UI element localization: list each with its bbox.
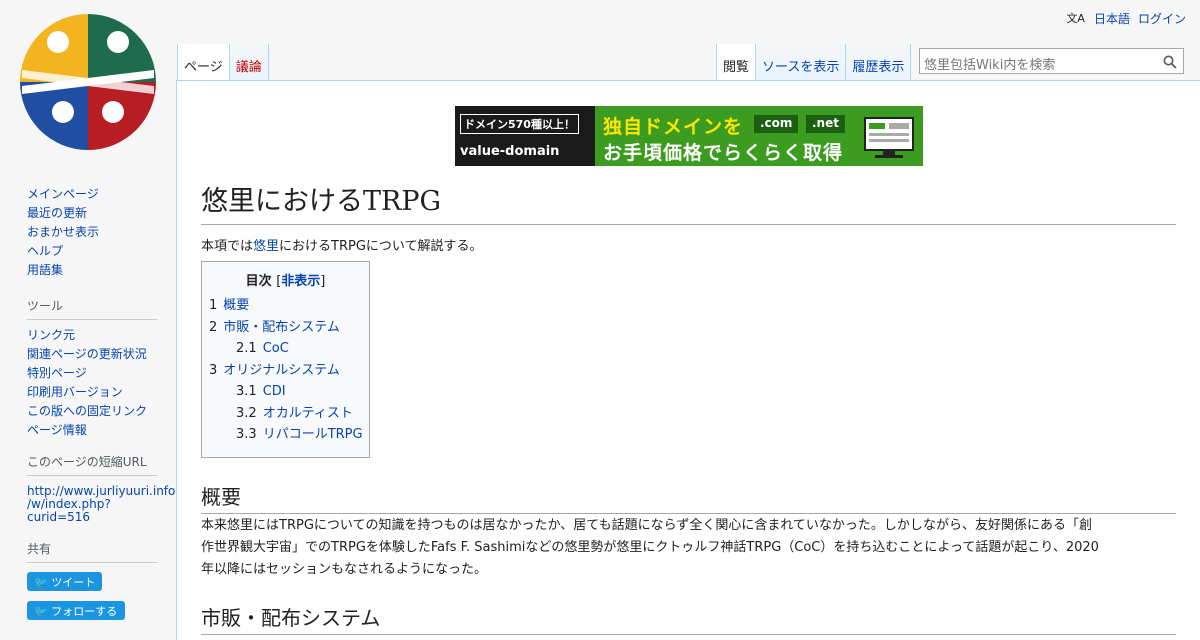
toc-item[interactable]: 2 市販・配布システム xyxy=(209,317,362,339)
namespace-tabs: ページ 議論 xyxy=(177,44,269,80)
sidebar-item-related-changes[interactable]: 関連ページの更新状況 xyxy=(27,345,157,364)
follow-label: フォローする xyxy=(51,605,118,618)
toc-hide-bracket-close: ] xyxy=(320,274,326,289)
banner-tag: ドメイン570種以上！ xyxy=(460,114,579,134)
sidebar-item-help[interactable]: ヘルプ xyxy=(27,242,99,261)
short-url-line: curid=516 xyxy=(27,510,91,524)
sidebar-item-page-info[interactable]: ページ情報 xyxy=(27,421,157,440)
sidebar-item-random[interactable]: おまかせ表示 xyxy=(27,223,99,242)
twitter-bird-icon: 🐦 xyxy=(34,605,48,618)
toc-number: 3.1 xyxy=(236,384,257,399)
banner-line2: お手頃価格でらくらく取得 xyxy=(603,142,844,164)
sidebar-item-glossary[interactable]: 用語集 xyxy=(27,261,99,280)
tab-talk[interactable]: 議論 xyxy=(229,44,269,80)
site-logo[interactable] xyxy=(18,12,158,152)
sidebar-item-main-page[interactable]: メインページ xyxy=(27,185,99,204)
section-heading-overview: 概要 xyxy=(201,481,1176,514)
toc-link[interactable]: CoC xyxy=(263,341,289,356)
sidebar-item-special-pages[interactable]: 特別ページ xyxy=(27,364,157,383)
tweet-button[interactable]: 🐦 ツイート xyxy=(27,572,102,591)
toc-item[interactable]: 3.3 リパコールTRPG xyxy=(209,424,363,446)
language-link[interactable]: 日本語 xyxy=(1094,10,1130,27)
intro-suffix: におけるTRPGについて解説する。 xyxy=(279,239,483,254)
toc-hide-link[interactable]: 非表示 xyxy=(281,274,320,289)
sidebar-short-url: このページの短縮URL http://www.jurliyuuri.info /… xyxy=(27,453,175,524)
overview-paragraph: 本来悠里にはTRPGについての知識を持つものは居なかったか、居ても話題にならず全… xyxy=(201,515,1176,581)
intro-link[interactable]: 悠里 xyxy=(253,239,279,254)
overview-line: 作世界観大宇宙」でのTRPGを体験したFafs F. Sashimiなどの悠里勢… xyxy=(201,540,1099,555)
toc-link[interactable]: リパコールTRPG xyxy=(263,427,363,442)
toc-number: 2.1 xyxy=(236,341,257,356)
tweet-label: ツイート xyxy=(51,576,96,589)
toc-number: 3 xyxy=(209,362,218,378)
twitter-bird-icon: 🐦 xyxy=(34,576,48,589)
sidebar-item-recent-changes[interactable]: 最近の更新 xyxy=(27,204,99,223)
toc-link[interactable]: 概要 xyxy=(223,298,249,313)
sidebar-heading-short-url: このページの短縮URL xyxy=(27,453,157,476)
toc-link[interactable]: CDI xyxy=(263,384,286,399)
search-placeholder: 悠里包括Wiki内を検索 xyxy=(924,58,1056,73)
toc-item[interactable]: 2.1 CoC xyxy=(209,338,362,360)
sidebar-navigation: メインページ 最近の更新 おまかせ表示 ヘルプ 用語集 xyxy=(27,185,99,280)
short-url-link[interactable]: http://www.jurliyuuri.info /w/index.php?… xyxy=(27,485,175,524)
login-link[interactable]: ログイン xyxy=(1138,10,1186,27)
toc-title-text: 目次 xyxy=(245,274,272,289)
section-heading-commercial: 市販・配布システム xyxy=(201,602,1176,635)
toc-item[interactable]: 3.2 オカルティスト xyxy=(209,403,362,425)
search-input[interactable]: 悠里包括Wiki内を検索 xyxy=(919,48,1184,74)
search-icon[interactable] xyxy=(1163,55,1177,69)
banner-tld-net: .net xyxy=(806,115,845,133)
overview-line: 本来悠里にはTRPGについての知識を持つものは居なかったか、居ても話題にならず全… xyxy=(201,518,1092,533)
tab-view-source[interactable]: ソースを表示 xyxy=(756,44,847,80)
ad-banner[interactable]: ドメイン570種以上！ value-domain 独自ドメインを お手頃価格でら… xyxy=(455,106,923,166)
sidebar-item-permalink[interactable]: この版への固定リンク xyxy=(27,402,157,421)
sidebar-item-what-links-here[interactable]: リンク元 xyxy=(27,326,157,345)
toc-item[interactable]: 3.1 CDI xyxy=(209,381,362,403)
sidebar-item-printable[interactable]: 印刷用バージョン xyxy=(27,383,157,402)
sidebar-heading-tools: ツール xyxy=(27,297,157,320)
follow-button[interactable]: 🐦 フォローする xyxy=(27,601,125,620)
toc-item[interactable]: 3 オリジナルシステム xyxy=(209,360,362,382)
toc-link[interactable]: オカルティスト xyxy=(263,406,353,421)
monitor-icon xyxy=(864,117,914,158)
sidebar-tools: ツール リンク元 関連ページの更新状況 特別ページ 印刷用バージョン この版への… xyxy=(27,297,157,440)
toc-item[interactable]: 1 概要 xyxy=(209,295,362,317)
toc-number: 2 xyxy=(209,319,218,335)
banner-brand: value-domain xyxy=(460,144,560,159)
banner-tld-com: .com xyxy=(754,115,799,133)
tab-page[interactable]: ページ xyxy=(177,44,230,80)
toc-link[interactable]: オリジナルシステム xyxy=(223,363,340,378)
toc-title: 目次 [非表示] xyxy=(209,270,362,289)
intro-paragraph: 本項では悠里におけるTRPGについて解説する。 xyxy=(201,235,483,254)
banner-line1: 独自ドメインを xyxy=(603,116,744,138)
overview-line: 年以降にはセッションもなされるようになった。 xyxy=(201,562,488,577)
tab-read[interactable]: 閲覧 xyxy=(716,44,757,80)
page-title: 悠里におけるTRPG xyxy=(201,179,1176,225)
toc-number: 3.3 xyxy=(236,427,257,442)
tab-history[interactable]: 履歴表示 xyxy=(846,44,912,80)
toc-link[interactable]: 市販・配布システム xyxy=(223,320,340,335)
toc-number: 1 xyxy=(209,298,218,313)
language-icon[interactable]: 文A xyxy=(1065,9,1086,27)
sidebar-heading-share: 共有 xyxy=(27,540,157,563)
view-tabs: 閲覧 ソースを表示 履歴表示 xyxy=(716,44,912,80)
intro-prefix: 本項では xyxy=(201,239,254,254)
table-of-contents: 目次 [非表示] 1 概要 2 市販・配布システム 2.1 CoC 3 オリジナルシステ… xyxy=(201,261,370,458)
toc-number: 3.2 xyxy=(236,405,257,421)
personal-tools: 文A 日本語 ログイン xyxy=(1065,9,1186,27)
sidebar-share: 共有 🐦 ツイート 🐦 フォローする xyxy=(27,540,157,630)
